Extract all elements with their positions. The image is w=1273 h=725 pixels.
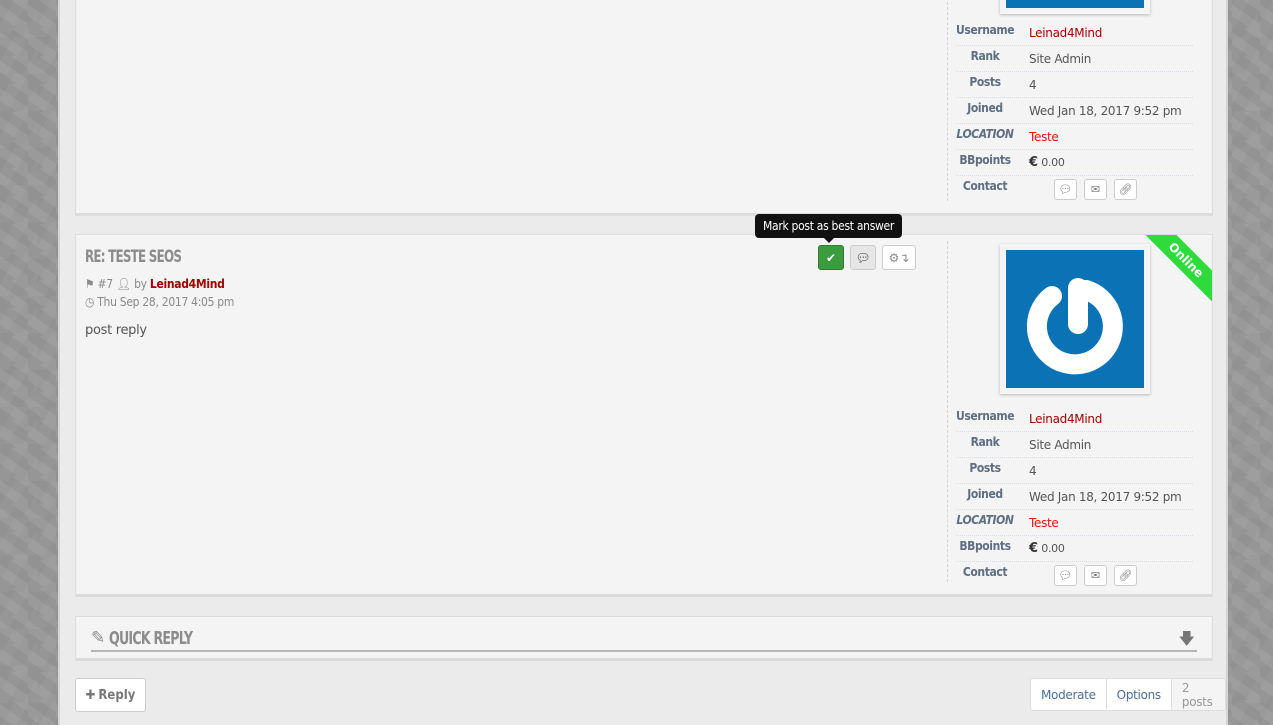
bookmark-icon: ⚑ xyxy=(85,277,95,291)
posts-value[interactable]: 4 xyxy=(1029,464,1037,478)
plus-icon: ✚ xyxy=(85,687,96,703)
rank-value: Site Admin xyxy=(1029,437,1092,452)
topic-footer-bar: Moderate Options 2 posts xyxy=(1030,678,1226,711)
rank-label: Rank xyxy=(970,48,1000,63)
best-answer-button[interactable]: ✔ xyxy=(818,245,844,270)
contact-label: Contact xyxy=(962,178,1008,193)
quote-button[interactable]: 💬︎ xyxy=(850,245,876,270)
envelope-icon: ✉︎ xyxy=(1090,570,1101,582)
email-button[interactable]: ✉︎ xyxy=(1084,565,1107,586)
post-date-line: ◷ Thu Sep 28, 2017 4:05 pm xyxy=(85,295,234,309)
location-value: Teste xyxy=(1029,129,1059,144)
arrow-down-icon[interactable]: 🡇 xyxy=(1179,628,1195,655)
user-profile: Online Username Leinad4Mind Rank Site Admi… xyxy=(947,235,1212,586)
rank-value: Site Admin xyxy=(1029,51,1092,66)
username-label: Username xyxy=(956,408,1015,423)
avatar[interactable] xyxy=(1000,244,1150,394)
email-button[interactable]: ✉︎ xyxy=(1084,179,1107,200)
joined-value: Wed Jan 18, 2017 9:52 pm xyxy=(1029,489,1182,504)
best-answer-tooltip: Mark post as best answer xyxy=(755,214,903,243)
profile-table: Username Leinad4Mind Rank Site Admin Posts… xyxy=(956,20,1193,201)
power-logo-icon xyxy=(1026,278,1123,375)
username-link[interactable]: Leinad4Mind xyxy=(1029,412,1102,426)
profile-table: Username Leinad4Mind Rank Site Admin Posts… xyxy=(956,406,1193,587)
location-label: LOCATION xyxy=(956,126,1014,141)
avatar[interactable] xyxy=(1000,0,1150,14)
location-label: LOCATION xyxy=(956,512,1014,527)
envelope-icon: ✉︎ xyxy=(1090,184,1101,196)
quick-reply-header[interactable]: ✎ QUICK REPLY 🡇 xyxy=(91,626,1197,652)
by-label: by xyxy=(134,277,147,291)
bbpoints-label: BBpoints xyxy=(959,152,1011,167)
post-content: post reply xyxy=(85,323,147,338)
posts-label: Posts xyxy=(969,460,1001,475)
online-ribbon: Online xyxy=(1142,235,1212,304)
quick-reply-title: QUICK REPLY xyxy=(109,627,193,649)
reply-button[interactable]: ✚ Reply xyxy=(75,678,146,712)
quick-reply-panel: ✎ QUICK REPLY 🡇 xyxy=(75,616,1213,661)
website-button[interactable]: 🔗︎ xyxy=(1114,179,1137,200)
post-author[interactable]: Leinad4Mind xyxy=(150,277,225,291)
avatar-image xyxy=(1006,250,1144,388)
posts-label: Posts xyxy=(969,74,1001,89)
post-title[interactable]: RE: TESTE SEOS xyxy=(85,247,182,267)
moderate-button[interactable]: Moderate xyxy=(1031,679,1107,710)
edit-icon: ✎ xyxy=(91,628,106,647)
pm-button[interactable]: 💬︎ xyxy=(1054,565,1077,586)
joined-label: Joined xyxy=(967,486,1003,501)
bbpoints-value: 0.00 xyxy=(1041,156,1065,169)
dropdown-arrow-icon: ↴ xyxy=(899,250,910,265)
post-7: RE: TESTE SEOS ⚑ #7 👤︎ by Leinad4Mind ◷ … xyxy=(75,234,1213,597)
link-icon: 🔗︎ xyxy=(1118,570,1133,582)
website-button[interactable]: 🔗︎ xyxy=(1114,565,1137,586)
reply-label: Reply xyxy=(98,687,136,703)
comment-icon: 💬︎ xyxy=(1058,184,1073,196)
contact-label: Contact xyxy=(962,564,1008,579)
euro-icon: € xyxy=(1029,541,1038,556)
joined-label: Joined xyxy=(967,100,1003,115)
location-value: Teste xyxy=(1029,515,1059,530)
rank-label: Rank xyxy=(970,434,1000,449)
options-button[interactable]: Options xyxy=(1107,679,1172,710)
user-icon: 👤︎ xyxy=(116,277,131,291)
link-icon: 🔗︎ xyxy=(1118,184,1133,196)
bbpoints-label: BBpoints xyxy=(959,538,1011,553)
post-date: Thu Sep 28, 2017 4:05 pm xyxy=(97,295,235,309)
page-wrapper: Username Leinad4Mind Rank Site Admin Posts… xyxy=(58,0,1228,725)
user-profile: Username Leinad4Mind Rank Site Admin Posts… xyxy=(947,0,1208,201)
post-previous: Username Leinad4Mind Rank Site Admin Posts… xyxy=(75,0,1213,216)
euro-icon: € xyxy=(1029,155,1038,170)
joined-value: Wed Jan 18, 2017 9:52 pm xyxy=(1029,103,1182,118)
gear-icon: ⚙ xyxy=(888,250,900,265)
comment-icon: 💬︎ xyxy=(1058,570,1073,582)
bbpoints-value: 0.00 xyxy=(1041,542,1065,555)
post-actions: ✔ 💬︎ ⚙ ↴ xyxy=(818,245,916,270)
post-tools-dropdown[interactable]: ⚙ ↴ xyxy=(882,245,916,270)
pm-button[interactable]: 💬︎ xyxy=(1054,179,1077,200)
check-icon: ✔ xyxy=(825,250,837,265)
post-number[interactable]: #7 xyxy=(98,277,114,291)
clock-icon: ◷ xyxy=(85,295,95,309)
username-link[interactable]: Leinad4Mind xyxy=(1029,26,1102,40)
post-meta: ⚑ #7 👤︎ by Leinad4Mind xyxy=(85,277,225,291)
post-count: 2 posts xyxy=(1171,679,1225,710)
comments-icon: 💬︎ xyxy=(855,250,871,265)
posts-value[interactable]: 4 xyxy=(1029,78,1037,92)
username-label: Username xyxy=(956,22,1015,37)
